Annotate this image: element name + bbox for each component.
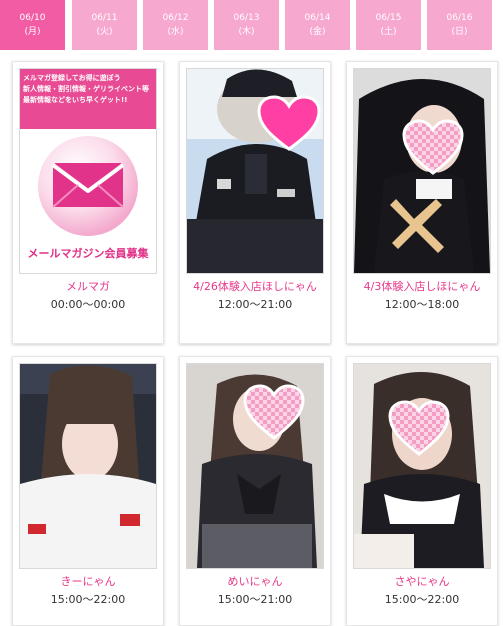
heart-icon xyxy=(388,400,450,456)
tab-weekday: (水) xyxy=(167,27,184,37)
cast-photo[interactable] xyxy=(186,363,324,569)
heart-icon xyxy=(243,384,305,440)
cast-name[interactable]: きーにゃん xyxy=(13,573,163,589)
cast-name[interactable]: メルマガ xyxy=(13,278,163,294)
tab-0614[interactable]: 06/14 (金) xyxy=(285,0,350,50)
cast-schedule-time: 00:00〜00:00 xyxy=(50,298,126,311)
tab-weekday: (日) xyxy=(451,27,468,37)
cast-card-mail-magazine[interactable]: メルマガ登録してお得に遊ぼう 新人情報・割引情報・ゲリライベント等 最新情報など… xyxy=(12,61,164,344)
schedule-date-tabs: 06/10 (月) 06/11 (火) 06/12 (水) 06/13 (木) … xyxy=(0,0,503,50)
banner-line1: メルマガ登録してお得に遊ぼう xyxy=(23,74,121,82)
tab-weekday: (金) xyxy=(309,27,326,37)
banner-line2: 新人情報・割引情報・ゲリライベント等 xyxy=(23,85,149,93)
tab-date: 06/16 xyxy=(446,13,473,23)
tab-0610[interactable]: 06/10 (月) xyxy=(0,0,65,50)
tab-weekday: (火) xyxy=(96,27,113,37)
cast-card-meinyan[interactable]: めいにゃん 15:00〜21:00 xyxy=(179,356,331,626)
mail-magazine-banner[interactable]: メルマガ登録してお得に遊ぼう 新人情報・割引情報・ゲリライベント等 最新情報など… xyxy=(19,68,157,274)
banner-line3: 最新情報などをいち早くゲット!! xyxy=(23,96,128,104)
tab-date: 06/14 xyxy=(304,13,331,23)
tab-date: 06/15 xyxy=(375,13,402,23)
tab-0615[interactable]: 06/15 (土) xyxy=(356,0,421,50)
cast-schedule-time: 15:00〜22:00 xyxy=(50,593,126,606)
cast-photo[interactable] xyxy=(186,68,324,274)
tab-date: 06/11 xyxy=(91,13,118,23)
banner-footer: メールマガジン会員募集 xyxy=(27,247,149,260)
cast-schedule-time: 12:00〜18:00 xyxy=(384,298,460,311)
tab-weekday: (土) xyxy=(380,27,397,37)
heart-icon xyxy=(402,119,464,175)
cast-card-kiinyan[interactable]: きーにゃん 15:00〜22:00 xyxy=(12,356,164,626)
cast-photo[interactable] xyxy=(353,68,491,274)
cast-name[interactable]: 4/26体験入店ほしにゃん xyxy=(180,278,330,294)
envelope-icon xyxy=(38,136,138,236)
cast-name[interactable]: めいにゃん xyxy=(180,573,330,589)
cast-schedule-time: 15:00〜22:00 xyxy=(384,593,460,606)
tab-date: 06/12 xyxy=(162,13,189,23)
cast-name[interactable]: 4/3体験入店しほにゃん xyxy=(347,278,497,294)
tab-weekday: (木) xyxy=(238,27,255,37)
cast-schedule-time: 15:00〜21:00 xyxy=(217,593,293,606)
tab-0612[interactable]: 06/12 (水) xyxy=(143,0,208,50)
cast-photo[interactable] xyxy=(353,363,491,569)
banner-header: メルマガ登録してお得に遊ぼう 新人情報・割引情報・ゲリライベント等 最新情報など… xyxy=(20,69,156,129)
photo-white-jacket xyxy=(20,364,156,568)
tab-date: 06/10 xyxy=(19,13,46,23)
tab-0613[interactable]: 06/13 (木) xyxy=(214,0,279,50)
cast-card-shihonyan[interactable]: 4/3体験入店しほにゃん 12:00〜18:00 xyxy=(346,61,498,344)
photo-maid-costume xyxy=(354,364,490,568)
heart-icon xyxy=(257,95,321,151)
tab-0616[interactable]: 06/16 (日) xyxy=(427,0,492,50)
tab-0611[interactable]: 06/11 (火) xyxy=(72,0,137,50)
cast-schedule-time: 12:00〜21:00 xyxy=(217,298,293,311)
tab-date: 06/13 xyxy=(233,13,260,23)
cast-card-sayanyan[interactable]: さやにゃん 15:00〜22:00 xyxy=(346,356,498,626)
cast-card-hoshinyan[interactable]: 4/26体験入店ほしにゃん 12:00〜21:00 xyxy=(179,61,331,344)
cast-name[interactable]: さやにゃん xyxy=(347,573,497,589)
cast-photo[interactable] xyxy=(19,363,157,569)
tab-weekday: (月) xyxy=(24,27,41,37)
